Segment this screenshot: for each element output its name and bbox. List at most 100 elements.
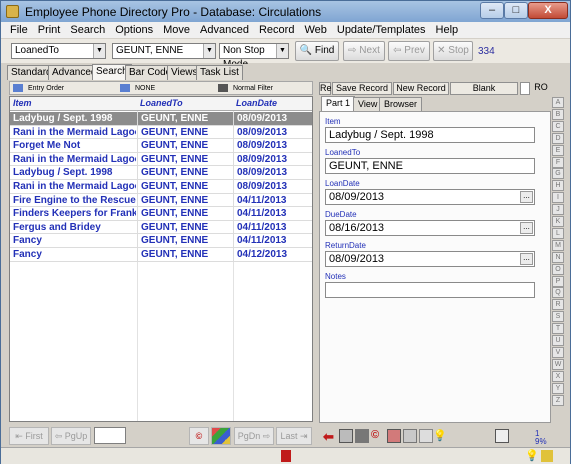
table-row[interactable]: Fancy GEUNT, ENNE 04/12/2013 xyxy=(10,248,312,262)
alpha-t[interactable]: T xyxy=(552,323,564,335)
date-picker-button[interactable]: ... xyxy=(520,222,533,234)
menu-advanced[interactable]: Advanced xyxy=(195,22,254,38)
menu-record[interactable]: Record xyxy=(254,22,299,38)
new-record-button[interactable]: New Record xyxy=(393,82,449,95)
first-button[interactable]: ⇤ First xyxy=(9,427,49,445)
alpha-o[interactable]: O xyxy=(552,263,564,275)
alpha-w[interactable]: W xyxy=(552,358,564,370)
alpha-m[interactable]: M xyxy=(552,239,564,251)
notes-field[interactable] xyxy=(325,282,535,298)
report-icon[interactable] xyxy=(495,429,509,443)
alpha-j[interactable]: J xyxy=(552,204,564,216)
print-icon[interactable] xyxy=(339,429,353,443)
returndate-field[interactable]: 08/09/2013 ... xyxy=(325,251,535,267)
ro-checkbox[interactable] xyxy=(520,82,530,95)
minimize-button[interactable]: – xyxy=(480,2,504,19)
save-record-button[interactable]: Save Record xyxy=(332,82,392,95)
alpha-f[interactable]: F xyxy=(552,156,564,168)
alpha-u[interactable]: U xyxy=(552,335,564,346)
alpha-r[interactable]: R xyxy=(552,299,564,311)
export-icon[interactable] xyxy=(387,429,401,443)
menu-print[interactable]: Print xyxy=(33,22,66,38)
re-button[interactable]: Re xyxy=(319,82,332,95)
menu-search[interactable]: Search xyxy=(65,22,110,38)
alpha-i[interactable]: I xyxy=(552,192,564,204)
goto-record-input[interactable] xyxy=(94,427,126,444)
table-row[interactable]: Rani in the Mermaid Lagoon GEUNT, ENNE 0… xyxy=(10,180,312,194)
next-button[interactable]: ⇨ Next xyxy=(343,41,385,61)
alpha-g[interactable]: G xyxy=(552,168,564,180)
search-field-select[interactable]: LoanedTo ▼ xyxy=(11,43,106,59)
loandate-field[interactable]: 08/09/2013 ... xyxy=(325,189,535,205)
alpha-y[interactable]: Y xyxy=(552,382,564,394)
chevron-down-icon[interactable]: ▼ xyxy=(203,44,215,58)
table-row[interactable]: Rani in the Mermaid Lagoon GEUNT, ENNE 0… xyxy=(10,152,312,167)
date-picker-button[interactable]: ... xyxy=(520,191,533,203)
stop-button[interactable]: ✕ Stop xyxy=(433,41,473,61)
prev-button[interactable]: ⇦ Prev xyxy=(388,41,430,61)
last-button[interactable]: Last ⇥ xyxy=(276,427,312,445)
duedate-field[interactable]: 08/16/2013 ... xyxy=(325,220,535,236)
alpha-v[interactable]: V xyxy=(552,346,564,358)
alpha-l[interactable]: L xyxy=(552,227,564,239)
menu-help[interactable]: Help xyxy=(431,22,464,38)
search-value-select[interactable]: GEUNT, ENNE ▼ xyxy=(112,43,216,59)
pgup-button[interactable]: ⇦ PgUp xyxy=(51,427,91,445)
alpha-z[interactable]: Z xyxy=(552,394,564,406)
edit-icon[interactable] xyxy=(403,429,417,443)
filter-field-control[interactable]: NONE xyxy=(120,83,155,94)
alpha-d[interactable]: D xyxy=(552,132,564,144)
alpha-e[interactable]: E xyxy=(552,144,564,156)
alpha-q[interactable]: Q xyxy=(552,287,564,299)
alpha-h[interactable]: H xyxy=(552,180,564,192)
alpha-p[interactable]: P xyxy=(552,275,564,287)
tab-task-list[interactable]: Task List xyxy=(196,65,243,80)
column-header-loanedto[interactable]: LoanedTo xyxy=(140,98,183,108)
table-row[interactable]: Ladybug / Sept. 1998 GEUNT, ENNE 08/09/2… xyxy=(10,166,312,180)
alpha-n[interactable]: N xyxy=(552,251,564,263)
table-row[interactable]: Finders Keepers for Franklin GEUNT, ENNE… xyxy=(10,207,312,221)
item-field[interactable]: Ladybug / Sept. 1998 xyxy=(325,127,535,143)
alpha-a[interactable]: A xyxy=(552,97,564,108)
arrow-left-icon[interactable]: ⬅ xyxy=(323,429,337,444)
menu-web[interactable]: Web xyxy=(299,22,331,38)
menu-options[interactable]: Options xyxy=(110,22,158,38)
alpha-x[interactable]: X xyxy=(552,370,564,382)
close-button[interactable]: X xyxy=(528,2,568,19)
color-grid-icon[interactable] xyxy=(211,427,231,445)
table-row[interactable]: Rani in the Mermaid Lagoon GEUNT, ENNE 0… xyxy=(10,125,312,140)
tab-view[interactable]: View xyxy=(353,97,383,111)
menu-move[interactable]: Move xyxy=(158,22,195,38)
date-picker-button[interactable]: ... xyxy=(520,253,533,265)
maximize-button[interactable]: □ xyxy=(504,2,528,19)
search-mode-select[interactable]: Non Stop Mode ▼ xyxy=(219,43,289,70)
refresh-icon[interactable]: © xyxy=(371,429,385,443)
refresh-icon[interactable]: © xyxy=(189,427,209,445)
filter-type-control[interactable]: Normal Filter xyxy=(218,83,273,94)
alpha-k[interactable]: K xyxy=(552,216,564,227)
table-row[interactable]: Fire Engine to the Rescue GEUNT, ENNE 04… xyxy=(10,193,312,208)
menu-file[interactable]: File xyxy=(5,22,33,38)
find-button[interactable]: 🔍 Find xyxy=(295,41,339,61)
chevron-down-icon[interactable]: ▼ xyxy=(93,44,105,58)
alpha-b[interactable]: B xyxy=(552,108,564,120)
chevron-down-icon[interactable]: ▼ xyxy=(276,44,288,58)
copy-icon[interactable] xyxy=(419,429,433,443)
sort-order-control[interactable]: Entry Order xyxy=(13,83,64,94)
loanedto-field[interactable]: GEUNT, ENNE xyxy=(325,158,535,174)
lightbulb-icon[interactable]: 💡 xyxy=(433,429,447,443)
tab-browser[interactable]: Browser xyxy=(379,97,423,111)
blank-button[interactable]: Blank xyxy=(450,82,518,95)
table-row[interactable]: Ladybug / Sept. 1998 GEUNT, ENNE 08/09/2… xyxy=(10,112,312,126)
table-row[interactable]: Forget Me Not GEUNT, ENNE 08/09/2013 xyxy=(10,139,312,153)
table-row[interactable]: Fergus and Bridey GEUNT, ENNE 04/11/2013 xyxy=(10,220,312,235)
table-row[interactable]: Fancy GEUNT, ENNE 04/11/2013 xyxy=(10,234,312,248)
alpha-c[interactable]: C xyxy=(552,120,564,132)
pgdn-button[interactable]: PgDn ⇨ xyxy=(234,427,274,445)
alpha-s[interactable]: S xyxy=(552,311,564,323)
column-header-loandate[interactable]: LoanDate xyxy=(236,98,277,108)
column-header-item[interactable]: Item xyxy=(13,98,32,108)
trash-icon[interactable] xyxy=(355,429,369,443)
menu-update-templates[interactable]: Update/Templates xyxy=(332,22,431,38)
tab-part-1[interactable]: Part 1 xyxy=(321,96,356,111)
